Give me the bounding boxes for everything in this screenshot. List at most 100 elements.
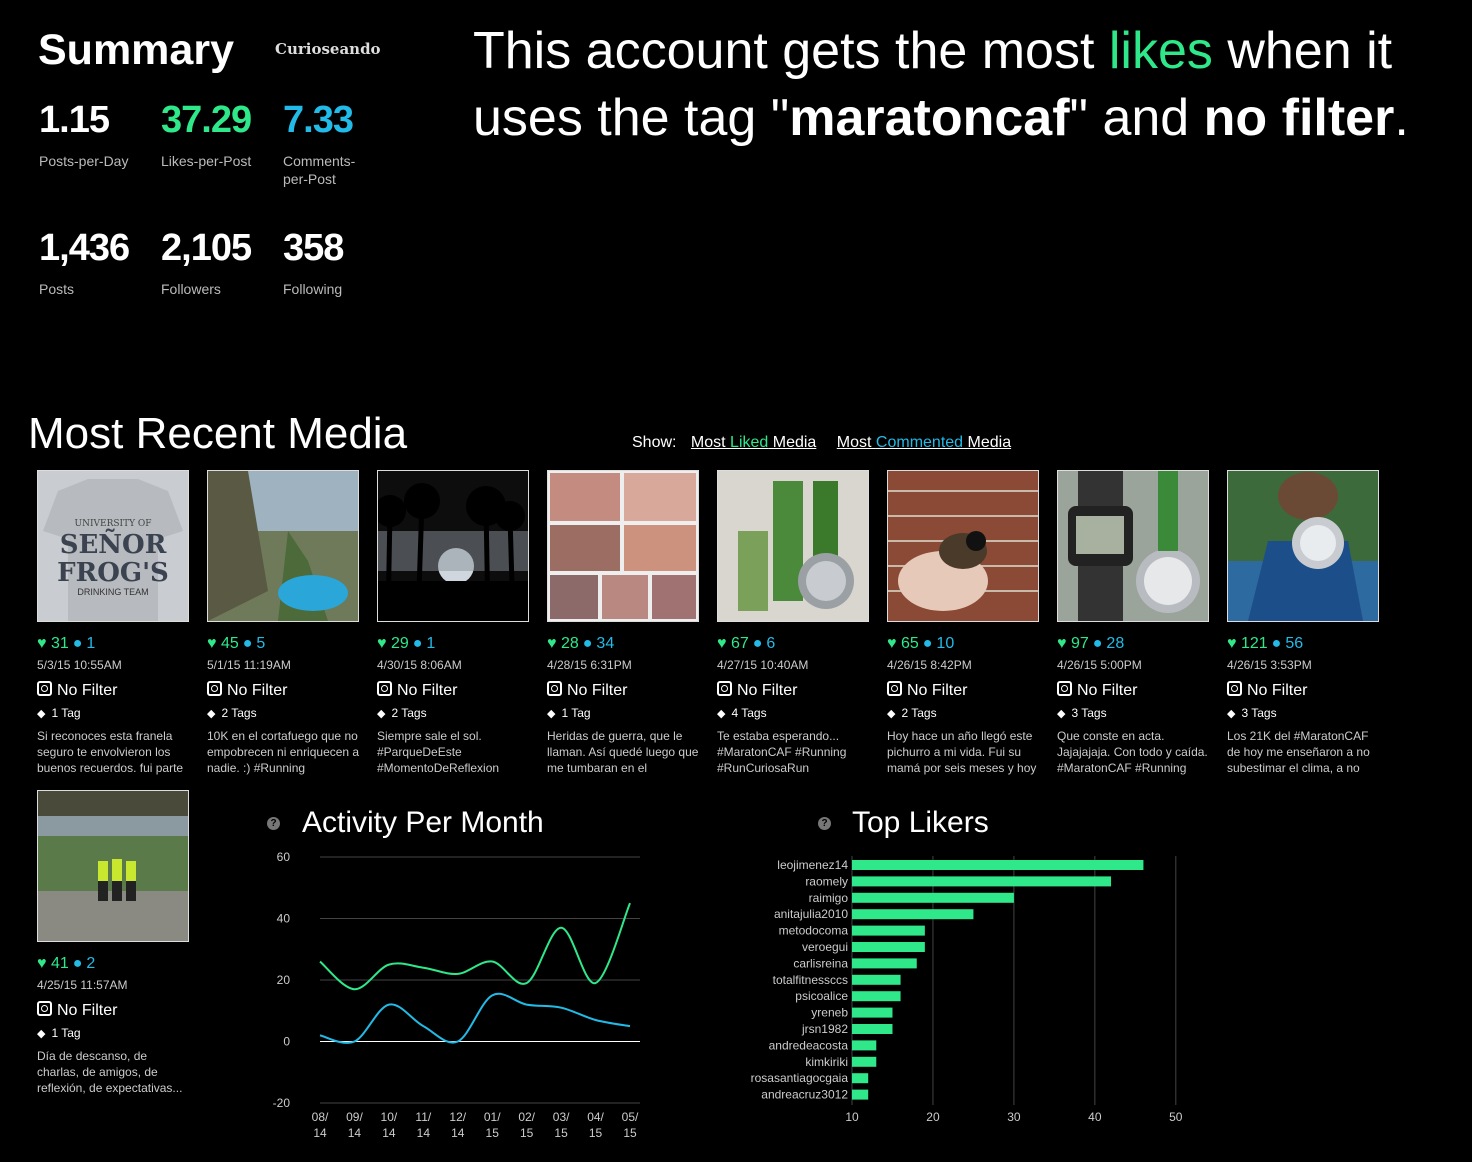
comment-count: 56: [1285, 635, 1304, 652]
media-thumbnail[interactable]: [1057, 470, 1209, 622]
media-date: 4/26/15 3:53PM: [1227, 658, 1312, 672]
stat-likes-per-post: 37.29 Likes-per-Post: [161, 98, 286, 170]
camera-icon: [887, 681, 902, 696]
most-commented-link[interactable]: Most Commented Media: [837, 434, 1011, 451]
media-tags: ◆ 1 Tag: [37, 1026, 192, 1040]
svg-text:UNIVERSITY OF: UNIVERSITY OF: [74, 519, 151, 529]
stat-value: 1,436: [39, 227, 130, 269]
camera-icon: [1227, 681, 1242, 696]
media-tags: ◆ 2 Tags: [377, 706, 532, 720]
liker-name: carlisreina: [793, 956, 848, 970]
like-count: 97: [1070, 635, 1089, 652]
liker-bar[interactable]: [852, 1073, 869, 1084]
username[interactable]: Curioseando: [275, 40, 381, 58]
media-item: ♥ 67 ● 6 4/27/15 10:40AM No Filter ◆ 4 Tags Te …: [717, 470, 872, 776]
headline-filter: no filter: [1203, 89, 1395, 147]
y-tick-label: 40: [277, 912, 291, 926]
filter-label: No Filter: [737, 682, 798, 699]
liker-bar[interactable]: [852, 1024, 893, 1034]
stat-label: Posts-per-Day: [39, 153, 129, 169]
tag-icon: ◆: [547, 708, 556, 720]
help-icon[interactable]: ?: [818, 817, 831, 830]
camera-icon: [207, 681, 222, 696]
media-thumbnail[interactable]: [37, 790, 189, 942]
link-text: Media: [768, 434, 817, 451]
stat-value: 7.33: [283, 99, 354, 141]
filter-label: No Filter: [397, 682, 458, 699]
liker-bar[interactable]: [852, 1089, 869, 1100]
x-tick-label: 12/14: [449, 1110, 466, 1140]
comment-icon: ●: [922, 635, 933, 652]
heart-icon: ♥: [37, 955, 47, 972]
tag-count: 1 Tag: [51, 706, 81, 720]
stat-label: Likes-per-Post: [161, 153, 252, 169]
liker-bar[interactable]: [852, 942, 925, 952]
media-filter: No Filter: [887, 681, 1042, 700]
liker-bar[interactable]: [852, 1007, 893, 1018]
media-thumbnail[interactable]: UNIVERSITY OF SEÑOR FROG'S DRINKING TEAM: [37, 470, 189, 622]
svg-text:DRINKING TEAM: DRINKING TEAM: [77, 587, 148, 597]
y-tick-label: 20: [277, 973, 291, 987]
liker-bar[interactable]: [852, 974, 901, 985]
headline-tag: maratoncaf: [789, 89, 1070, 147]
heart-icon: ♥: [377, 635, 387, 652]
stat-posts: 1,436 Posts: [39, 226, 164, 298]
media-filter: No Filter: [1057, 681, 1212, 700]
summary-title: Summary: [38, 26, 234, 74]
liker-bar[interactable]: [852, 892, 1014, 903]
heart-icon: ♥: [887, 635, 897, 652]
media-date: 4/25/15 11:57AM: [37, 978, 128, 992]
media-item: ♥ 65 ● 10 4/26/15 8:42PM No Filter ◆ 2 Tags Hoy…: [887, 470, 1042, 776]
comment-icon: ●: [242, 635, 253, 652]
most-liked-link[interactable]: Most Liked Media: [691, 434, 816, 451]
help-icon[interactable]: ?: [267, 817, 280, 830]
liker-bar[interactable]: [852, 909, 974, 920]
media-date: 5/3/15 10:55AM: [37, 658, 122, 672]
media-thumbnail[interactable]: [377, 470, 529, 622]
liker-name: andredeacosta: [769, 1038, 849, 1052]
headline-text: .: [1394, 89, 1409, 147]
media-thumbnail[interactable]: [207, 470, 359, 622]
media-caption: Hoy hace un año llegó este pichurro a mi…: [887, 729, 1037, 775]
tag-icon: ◆: [1057, 708, 1066, 720]
media-item: ♥ 29 ● 1 4/30/15 8:06AM No Filter ◆ 2 Tags Siem…: [377, 470, 532, 776]
x-tick-label: 04/15: [587, 1110, 604, 1140]
media-thumbnail[interactable]: [717, 470, 869, 622]
tag-count: 2 Tags: [901, 706, 937, 720]
liker-bar[interactable]: [852, 860, 1144, 870]
media-tags: ◆ 3 Tags: [1227, 706, 1382, 720]
x-tick-label: 10/14: [381, 1110, 398, 1140]
insight-headline: This account gets the most likes when it…: [473, 18, 1472, 152]
media-caption: Siempre sale el sol. #ParqueDeEste #Mome…: [377, 729, 500, 775]
tag-count: 4 Tags: [731, 706, 767, 720]
like-count: 45: [220, 635, 239, 652]
liker-bar[interactable]: [852, 1040, 877, 1051]
x-tick-label: 40: [1088, 1110, 1102, 1124]
liker-bar[interactable]: [852, 991, 901, 1002]
stat-value: 358: [283, 227, 344, 269]
media-caption: Heridas de guerra, que le llaman. Así qu…: [547, 729, 699, 775]
comment-icon: ●: [582, 635, 593, 652]
media-thumbnail[interactable]: [887, 470, 1039, 622]
media-thumbnail[interactable]: [1227, 470, 1379, 622]
camera-icon: [717, 681, 732, 696]
tag-count: 2 Tags: [391, 706, 427, 720]
media-thumbnail[interactable]: [547, 470, 699, 622]
x-tick-label: 30: [1007, 1110, 1021, 1124]
liker-name: kimkiriki: [805, 1055, 848, 1069]
liker-bar[interactable]: [852, 925, 925, 936]
like-count: 121: [1240, 635, 1268, 652]
liker-bar[interactable]: [852, 876, 1112, 887]
filter-label: No Filter: [907, 682, 968, 699]
media-date: 4/26/15 8:42PM: [887, 658, 972, 672]
activity-chart-title: Activity Per Month: [302, 806, 544, 839]
x-tick-label: 08/14: [312, 1110, 329, 1140]
headline-likes: likes: [1108, 22, 1213, 80]
liker-bar[interactable]: [852, 958, 917, 969]
comment-count: 28: [1106, 635, 1125, 652]
link-text-accent: Commented: [875, 434, 964, 451]
tag-icon: ◆: [717, 708, 726, 720]
liker-bar[interactable]: [852, 1056, 877, 1067]
like-count: 28: [560, 635, 579, 652]
media-counts: ♥ 31 ● 1: [37, 634, 192, 654]
